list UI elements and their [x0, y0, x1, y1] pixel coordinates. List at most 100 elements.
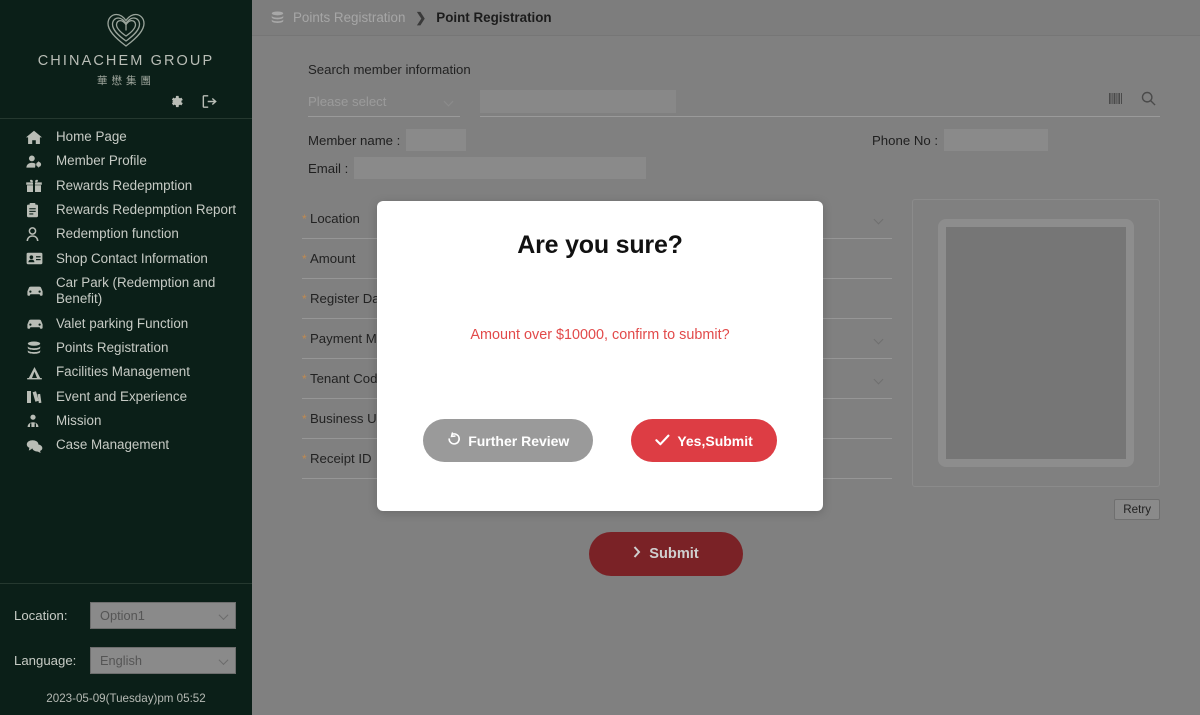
sidebar-item-label: Member Profile	[56, 153, 147, 169]
search-type-select[interactable]: Please select	[308, 87, 460, 117]
chevron-right-icon	[633, 546, 641, 562]
sidebar-item-car-park[interactable]: Car Park (Redemption and Benefit)	[0, 271, 252, 312]
member-info: Member name : Phone No : Email :	[252, 129, 1200, 179]
required-mark: *	[302, 332, 307, 346]
sidebar-item-rewards-redemption[interactable]: Rewards Redepmption	[0, 174, 252, 198]
chat-icon	[26, 439, 56, 453]
retry-wrap: Retry	[912, 499, 1160, 520]
submit-wrap: Submit	[252, 532, 1200, 576]
chevron-down-icon	[873, 374, 884, 385]
confirm-dialog: Are you sure? Amount over $10000, confir…	[377, 201, 823, 511]
further-review-label: Further Review	[468, 432, 570, 449]
topbar: Points Registration ❯ Point Registration	[252, 0, 1200, 36]
dialog-actions: Further Review Yes,Submit	[423, 419, 777, 462]
search-type-placeholder: Please select	[308, 94, 387, 109]
location-select[interactable]: Option1	[90, 602, 236, 629]
location-label: Location:	[14, 608, 68, 623]
heart-maze-logo-icon	[107, 13, 145, 47]
search-input[interactable]	[480, 90, 676, 113]
sidebar-item-label: Rewards Redepmption Report	[56, 202, 237, 218]
chevron-down-icon	[218, 609, 229, 620]
sidebar-item-label: Car Park (Redemption and Benefit)	[56, 275, 216, 307]
language-value: English	[100, 653, 142, 668]
receipt-image-preview[interactable]	[912, 199, 1160, 487]
brand-block: CHINACHEM GROUP 華懋集團	[0, 0, 252, 88]
submit-button-label: Submit	[649, 546, 699, 562]
coins-icon	[26, 341, 56, 355]
sidebar-item-label: Mission	[56, 413, 102, 429]
sidebar-item-mission[interactable]: Mission	[0, 409, 252, 433]
sidebar-item-event-and-experience[interactable]: Event and Experience	[0, 385, 252, 409]
email-label: Email :	[308, 160, 349, 176]
required-mark: *	[302, 292, 307, 306]
sidebar-menu: Home Page Member Profile Rewards Redepmp…	[0, 119, 252, 458]
app-root: CHINACHEM GROUP 華懋集團 Home Page Member Pr…	[0, 0, 1200, 715]
sidebar-item-label: Points Registration	[56, 340, 169, 356]
sidebar-item-shop-contact-information[interactable]: Shop Contact Information	[0, 247, 252, 271]
car-icon	[26, 318, 56, 330]
sidebar-item-points-registration[interactable]: Points Registration	[0, 336, 252, 360]
sidebar-actions	[0, 88, 252, 118]
undo-icon	[447, 432, 461, 449]
sidebar: CHINACHEM GROUP 華懋集團 Home Page Member Pr…	[0, 0, 252, 715]
language-label: Language:	[14, 653, 77, 668]
dialog-title: Are you sure?	[517, 231, 683, 259]
facilities-icon	[26, 366, 56, 380]
breadcrumb-parent[interactable]: Points Registration	[293, 10, 405, 25]
brand-name: CHINACHEM GROUP	[37, 53, 215, 69]
sidebar-item-facilities-management[interactable]: Facilities Management	[0, 360, 252, 384]
dialog-message: Amount over $10000, confirm to submit?	[470, 327, 730, 343]
home-icon	[26, 130, 56, 145]
receipt-image-placeholder	[938, 219, 1134, 467]
sidebar-item-home-page[interactable]: Home Page	[0, 125, 252, 149]
settings-icon[interactable]	[169, 94, 184, 109]
search-icon[interactable]	[1141, 91, 1156, 106]
coins-icon	[270, 11, 285, 24]
sidebar-item-member-profile[interactable]: Member Profile	[0, 149, 252, 173]
sidebar-item-label: Rewards Redepmption	[56, 177, 193, 193]
sidebar-item-label: Facilities Management	[56, 364, 190, 380]
retry-button[interactable]: Retry	[1114, 499, 1160, 520]
brand-name-chinese: 華懋集團	[97, 75, 155, 87]
submit-button[interactable]: Submit	[589, 532, 743, 576]
sidebar-item-valet-parking-function[interactable]: Valet parking Function	[0, 312, 252, 336]
sidebar-item-case-management[interactable]: Case Management	[0, 433, 252, 457]
event-icon	[26, 390, 56, 404]
field-label-text: Amount	[310, 251, 356, 266]
confirm-submit-button[interactable]: Yes,Submit	[631, 419, 777, 462]
id-card-icon	[26, 252, 56, 265]
member-name-value	[406, 129, 467, 151]
phone-label: Phone No :	[872, 132, 938, 148]
gift-icon	[26, 179, 56, 193]
search-field-wrap	[480, 87, 1160, 117]
further-review-button[interactable]: Further Review	[423, 419, 594, 462]
sidebar-item-redemption-function[interactable]: Redemption function	[0, 222, 252, 246]
person-icon	[26, 227, 56, 242]
barcode-icon[interactable]	[1108, 92, 1123, 105]
logout-icon[interactable]	[202, 94, 218, 109]
member-name-label: Member name :	[308, 132, 401, 148]
required-mark: *	[302, 452, 307, 466]
user-gear-icon	[26, 154, 56, 169]
sidebar-item-rewards-redemption-report[interactable]: Rewards Redepmption Report	[0, 198, 252, 222]
chevron-down-icon	[443, 96, 454, 107]
search-section-title: Search member information	[308, 62, 471, 77]
sidebar-item-label: Shop Contact Information	[56, 250, 208, 266]
sidebar-item-label: Home Page	[56, 129, 127, 144]
sidebar-item-label: Case Management	[56, 437, 170, 453]
required-mark: *	[302, 412, 307, 426]
search-row-icons	[1108, 91, 1156, 106]
upload-panel: Retry	[912, 199, 1160, 520]
sidebar-item-label: Event and Experience	[56, 388, 188, 404]
language-select[interactable]: English	[90, 647, 236, 674]
chevron-down-icon	[873, 334, 884, 345]
clipboard-icon	[26, 202, 56, 218]
sidebar-item-label: Redemption function	[56, 226, 179, 242]
chevron-down-icon	[218, 654, 229, 665]
required-mark: *	[302, 372, 307, 386]
car-icon	[26, 285, 56, 297]
phone-value	[944, 129, 1048, 151]
location-row: Location: Option1	[0, 602, 252, 629]
member-email-line: Email :	[308, 157, 1160, 179]
chevron-down-icon	[873, 214, 884, 225]
